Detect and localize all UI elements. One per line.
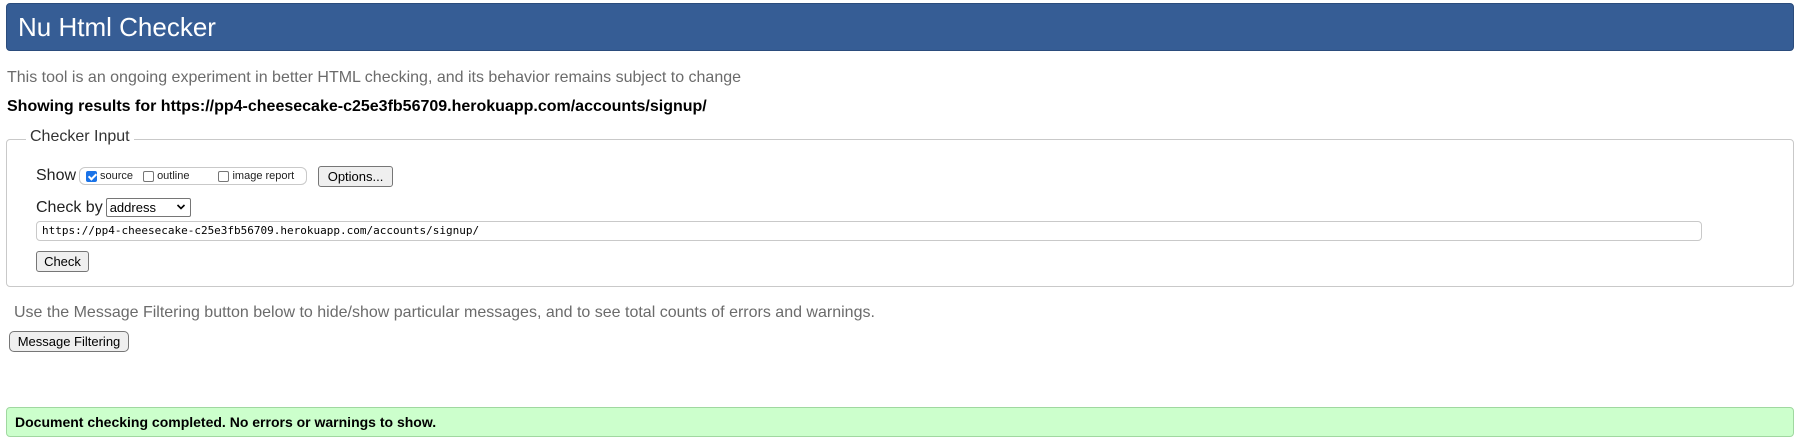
status-success-bar: Document checking completed. No errors o… [6, 407, 1794, 437]
page-title: Nu Html Checker [18, 12, 216, 42]
check-by-select[interactable]: address [105, 198, 191, 217]
image-report-checkbox[interactable] [218, 170, 230, 182]
message-filtering-button[interactable]: Message Filtering [9, 331, 129, 352]
check-by-selected-value: address [109, 200, 156, 215]
source-checkbox[interactable] [86, 170, 98, 182]
show-row: Show source outline image report Options… [36, 165, 394, 187]
check-button[interactable]: Check [36, 251, 89, 272]
outline-option-label: outline [157, 170, 190, 182]
image-report-option-label: image report [232, 170, 295, 182]
checker-input-fieldset [6, 139, 1794, 287]
show-options-group: source outline image report [79, 167, 308, 185]
results-for-heading: Showing results for https://pp4-cheeseca… [7, 98, 707, 115]
chevron-down-icon [176, 204, 185, 210]
checker-input-legend: Checker Input [26, 128, 134, 146]
show-option-source[interactable]: source [86, 170, 133, 182]
intro-text: This tool is an ongoing experiment in be… [7, 69, 742, 86]
message-filtering-note: Use the Message Filtering button below t… [14, 304, 875, 321]
check-by-label: Check by [36, 198, 103, 216]
url-input[interactable]: https://pp4-cheesecake-c25e3fb56709.hero… [36, 221, 1702, 241]
status-message: Document checking completed. No errors o… [15, 414, 437, 430]
show-option-outline[interactable]: outline [143, 170, 189, 182]
page: Nu Html Checker This tool is an ongoing … [0, 0, 1800, 442]
show-option-image-report[interactable]: image report [218, 170, 294, 182]
check-by-row: Check by address [36, 198, 191, 217]
show-label: Show [36, 167, 77, 184]
outline-checkbox[interactable] [143, 170, 155, 182]
options-button[interactable]: Options... [318, 165, 394, 187]
source-option-label: source [100, 170, 134, 182]
title-bar: Nu Html Checker [6, 3, 1794, 51]
